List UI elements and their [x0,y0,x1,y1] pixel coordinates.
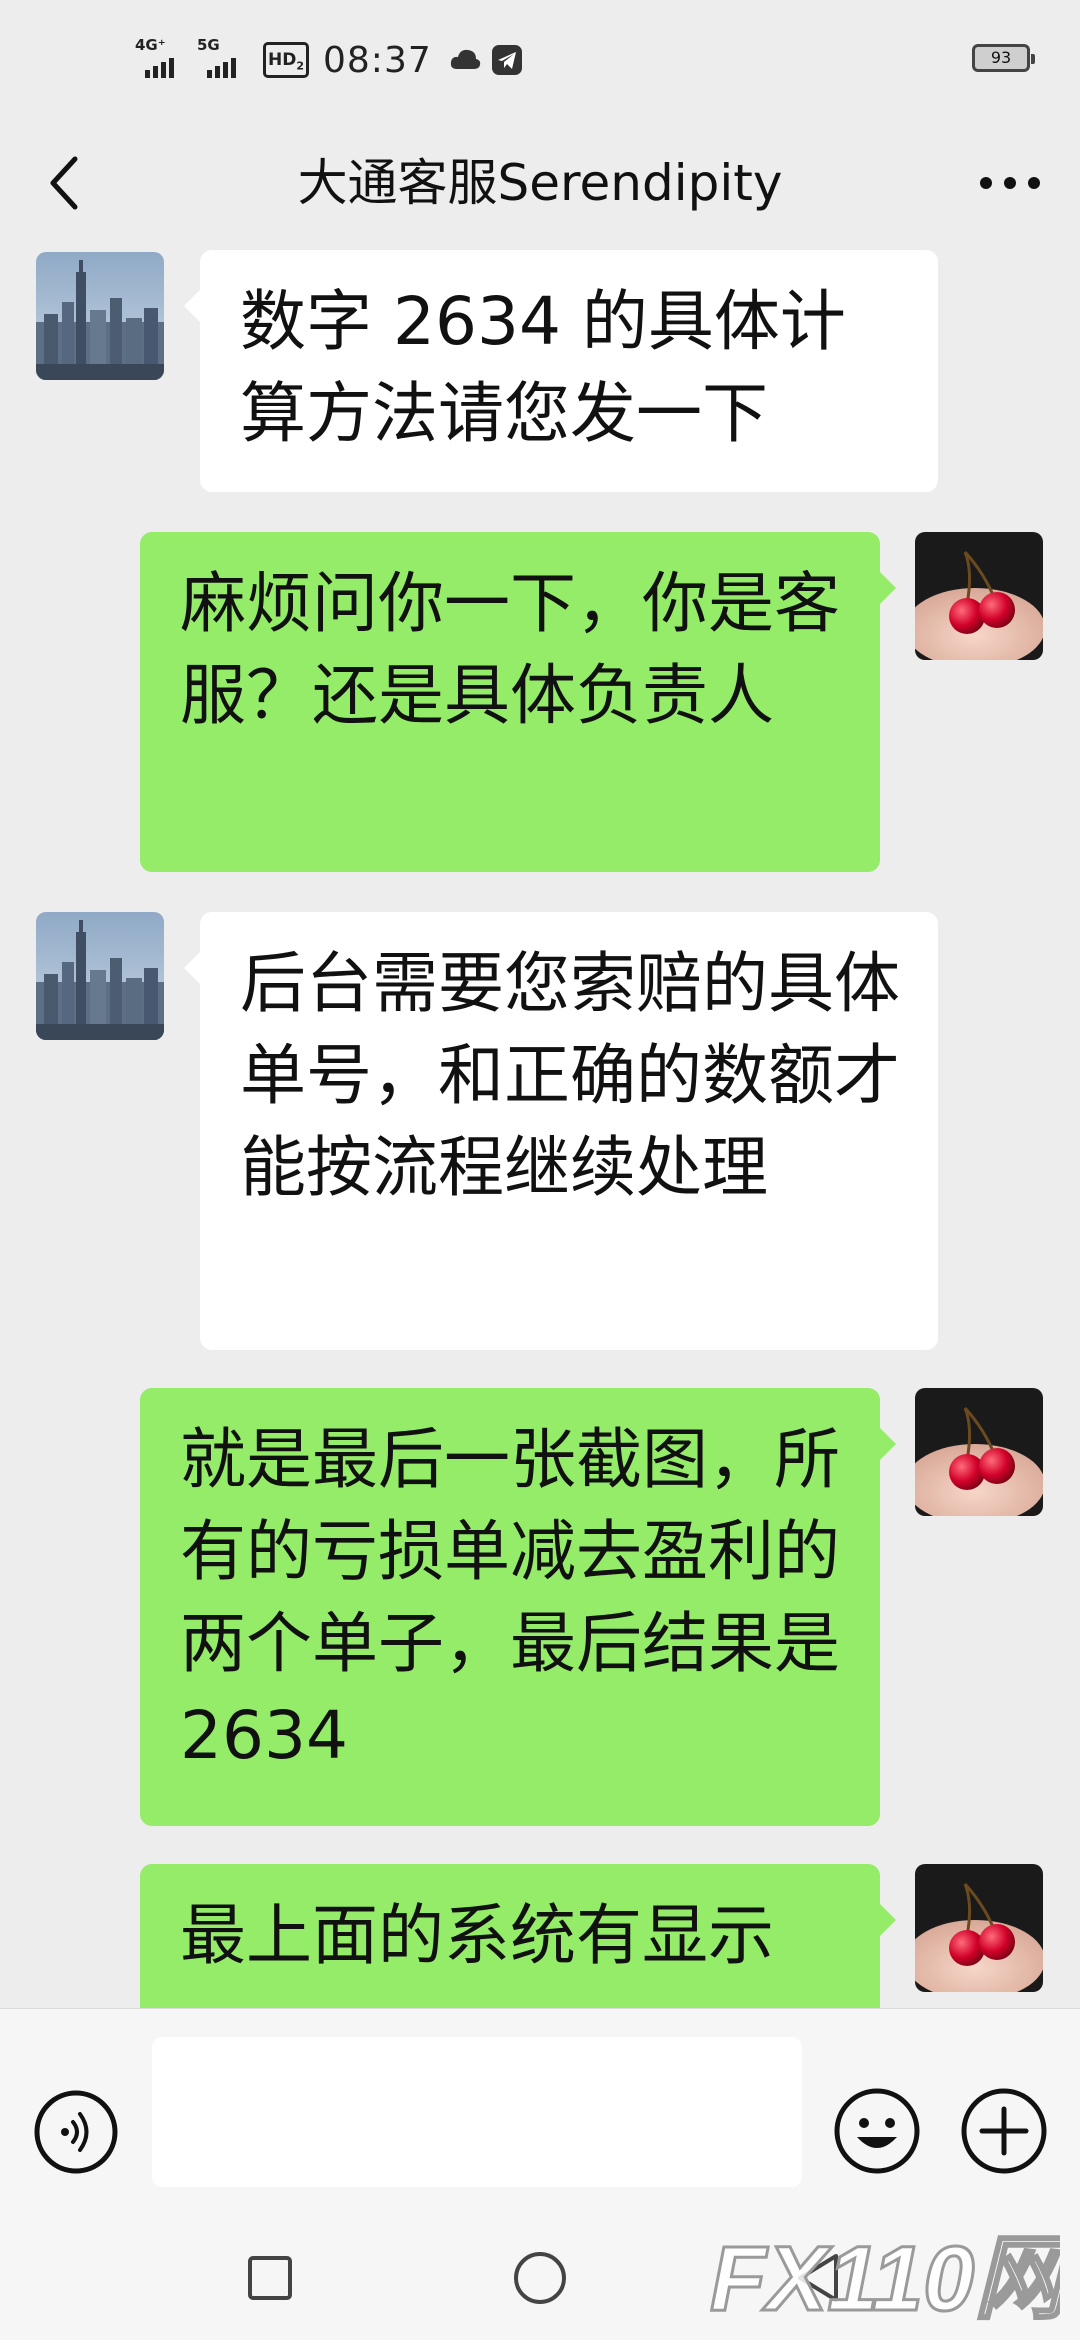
more-options-button[interactable] [970,143,1050,223]
contact-avatar[interactable] [36,252,164,380]
status-time: 08:37 [323,39,432,81]
message-bubble-outgoing[interactable]: 麻烦问你一下，你是客服？还是具体负责人 [140,532,896,872]
status-left-group: 4G⁺ 5G HD2 08:37 [135,36,524,84]
my-avatar[interactable] [915,1388,1043,1516]
chat-title: 大通客服Serendipity [297,154,783,212]
square-icon[interactable] [246,2254,294,2302]
contact-avatar[interactable] [36,912,164,1040]
message-text: 就是最后一张截图，所有的亏损单减去盈利的两个单子，最后结果是 2634 [180,1421,840,1774]
circle-icon[interactable] [512,2250,568,2306]
signal-5g-icon: 5G [197,38,251,82]
message-text: 最上面的系统有显示 [180,1897,774,1974]
hd-voice-icon: HD2 [263,42,309,78]
status-bar: 4G⁺ 5G HD2 08:37 93 [0,0,1080,118]
message-text: 麻烦问你一下，你是客服？还是具体负责人 [180,565,840,734]
input-bar [0,2008,1080,2209]
battery-level: 93 [990,48,1012,67]
cloud-icon [450,49,480,69]
more-dots-icon [980,177,1040,189]
network-type-1: 4G⁺ [135,36,166,54]
bubble-tail [880,1904,896,1936]
network-type-2: 5G [197,36,220,54]
message-input[interactable] [152,2037,802,2187]
message-bubble-incoming[interactable]: 数字 2634 的具体计算方法请您发一下 [184,250,938,492]
voice-icon[interactable] [33,2089,119,2175]
message-text: 后台需要您索赔的具体单号，和正确的数额才能按流程继续处理 [240,945,900,1206]
watermark-text: FX110网 [710,2228,1060,2330]
message-bubble-incoming[interactable]: 后台需要您索赔的具体单号，和正确的数额才能按流程继续处理 [184,912,938,1350]
message-text: 数字 2634 的具体计算方法请您发一下 [240,283,846,452]
wechat-chat-screen: 4G⁺ 5G HD2 08:37 93 大通客服Serendipity 数字 2… [0,0,1080,2340]
my-avatar[interactable] [915,1864,1043,1992]
signal-4g-icon: 4G⁺ [135,38,189,82]
bubble-tail [184,290,200,322]
bubble-tail [880,1428,896,1460]
title-bar: 大通客服Serendipity [0,118,1080,248]
my-avatar[interactable] [915,532,1043,660]
telegram-icon [491,45,522,75]
chat-area[interactable]: 数字 2634 的具体计算方法请您发一下 麻烦问你一下，你是客服？还是具体负责人… [0,248,1080,2008]
fx110-watermark-logo: FX110网 [709,2227,1061,2332]
hd-sub-label: 2 [296,59,304,73]
message-bubble-outgoing[interactable]: 最上面的系统有显示 [140,1864,896,2008]
message-bubble-outgoing[interactable]: 就是最后一张截图，所有的亏损单减去盈利的两个单子，最后结果是 2634 [140,1388,896,1826]
bubble-tail [184,952,200,984]
bubble-tail [880,572,896,604]
hd-label: HD [268,50,297,70]
emoji-icon[interactable] [833,2087,921,2175]
battery-icon: 93 [972,44,1035,72]
plus-icon[interactable] [960,2087,1048,2175]
